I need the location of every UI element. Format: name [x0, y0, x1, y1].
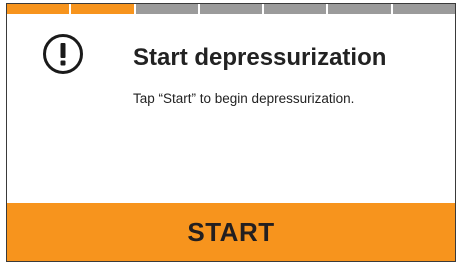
progress-step-3	[135, 4, 198, 14]
exclamation-circle-icon	[43, 34, 83, 74]
depressurization-screen: Start depressurization Tap “Start” to be…	[6, 3, 456, 262]
exclamation-mark-glyph	[60, 43, 66, 66]
step-progress-bar	[7, 4, 455, 14]
progress-step-6	[328, 4, 391, 14]
dialog-title: Start depressurization	[133, 44, 387, 71]
start-button[interactable]: START	[7, 203, 455, 261]
progress-step-2	[71, 4, 134, 14]
progress-step-7	[392, 4, 455, 14]
progress-step-4	[199, 4, 263, 14]
progress-step-5	[264, 4, 327, 14]
dialog-message: Tap “Start” to begin depressurization.	[133, 91, 355, 106]
progress-step-1	[7, 4, 70, 14]
